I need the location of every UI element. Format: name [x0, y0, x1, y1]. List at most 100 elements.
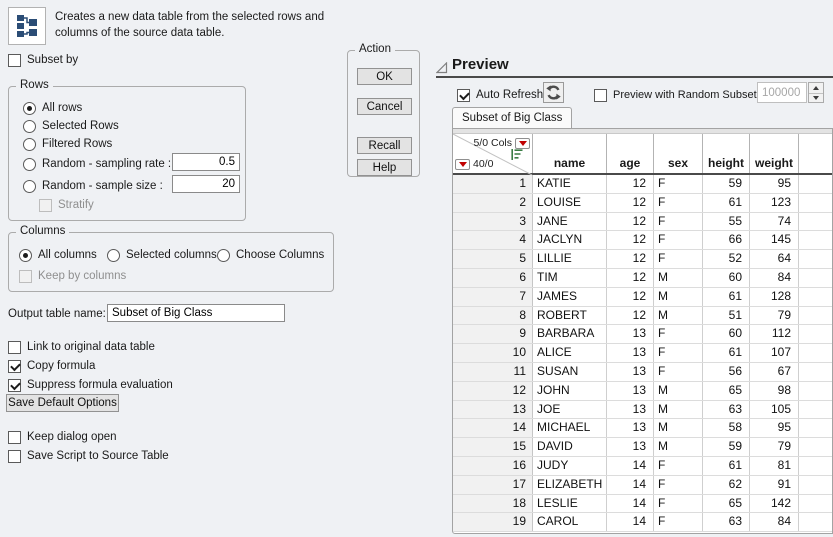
- table-cell[interactable]: 13: [607, 344, 654, 362]
- sample-size-input[interactable]: [172, 175, 240, 193]
- table-cell[interactable]: 61: [703, 344, 750, 362]
- table-cell[interactable]: ELIZABETH: [533, 476, 607, 494]
- table-cell[interactable]: 51: [703, 307, 750, 325]
- table-cell[interactable]: 59: [703, 175, 750, 193]
- table-cell[interactable]: 79: [750, 307, 799, 325]
- table-cell[interactable]: 52: [703, 250, 750, 268]
- table-cell[interactable]: 12: [607, 288, 654, 306]
- table-cell[interactable]: M: [654, 438, 703, 456]
- table-cell[interactable]: 145: [750, 231, 799, 249]
- row-number[interactable]: 7: [453, 288, 533, 306]
- table-cell[interactable]: 98: [750, 382, 799, 400]
- row-number[interactable]: 17: [453, 476, 533, 494]
- tab-subset-of-big-class[interactable]: Subset of Big Class: [452, 107, 572, 128]
- row-number[interactable]: 4: [453, 231, 533, 249]
- column-header-height[interactable]: height: [703, 134, 750, 173]
- table-cell[interactable]: 84: [750, 269, 799, 287]
- checkbox-subset-by[interactable]: Subset by: [8, 53, 78, 67]
- table-cell[interactable]: M: [654, 382, 703, 400]
- checkbox-keep-dialog-open[interactable]: Keep dialog open: [8, 430, 117, 444]
- radio-all-rows[interactable]: All rows: [23, 101, 82, 115]
- column-header-sex[interactable]: sex: [654, 134, 703, 173]
- table-cell[interactable]: 13: [607, 363, 654, 381]
- row-number[interactable]: 14: [453, 419, 533, 437]
- radio-random-sample-size[interactable]: Random - sample size :: [23, 179, 163, 193]
- table-cell[interactable]: 62: [703, 476, 750, 494]
- table-cell[interactable]: 105: [750, 401, 799, 419]
- table-cell[interactable]: 12: [607, 269, 654, 287]
- table-cell[interactable]: F: [654, 495, 703, 513]
- row-number[interactable]: 5: [453, 250, 533, 268]
- table-cell[interactable]: 67: [750, 363, 799, 381]
- table-cell[interactable]: 63: [703, 401, 750, 419]
- output-table-name-input[interactable]: [107, 304, 285, 322]
- table-cell[interactable]: 63: [703, 513, 750, 531]
- table-cell[interactable]: 84: [750, 513, 799, 531]
- table-cell[interactable]: JUDY: [533, 457, 607, 475]
- table-cell[interactable]: 12: [607, 213, 654, 231]
- table-cell[interactable]: 13: [607, 438, 654, 456]
- table-cell[interactable]: DAVID: [533, 438, 607, 456]
- table-cell[interactable]: LOUISE: [533, 194, 607, 212]
- row-number[interactable]: 8: [453, 307, 533, 325]
- ok-button[interactable]: OK: [357, 68, 412, 85]
- table-cell[interactable]: ALICE: [533, 344, 607, 362]
- table-cell[interactable]: 65: [703, 382, 750, 400]
- columns-menu-button[interactable]: [515, 138, 530, 149]
- table-cell[interactable]: 12: [607, 175, 654, 193]
- preview-collapse-icon[interactable]: [436, 62, 448, 74]
- table-cell[interactable]: 13: [607, 382, 654, 400]
- cancel-button[interactable]: Cancel: [357, 98, 412, 115]
- table-cell[interactable]: 65: [703, 495, 750, 513]
- table-cell[interactable]: LILLIE: [533, 250, 607, 268]
- table-cell[interactable]: 13: [607, 419, 654, 437]
- row-number[interactable]: 2: [453, 194, 533, 212]
- row-number[interactable]: 19: [453, 513, 533, 531]
- row-number[interactable]: 10: [453, 344, 533, 362]
- table-cell[interactable]: 13: [607, 325, 654, 343]
- row-number[interactable]: 18: [453, 495, 533, 513]
- table-cell[interactable]: 61: [703, 457, 750, 475]
- table-cell[interactable]: M: [654, 401, 703, 419]
- column-header-age[interactable]: age: [607, 134, 654, 173]
- row-number[interactable]: 1: [453, 175, 533, 193]
- table-cell[interactable]: 66: [703, 231, 750, 249]
- table-cell[interactable]: 142: [750, 495, 799, 513]
- table-cell[interactable]: F: [654, 457, 703, 475]
- table-cell[interactable]: 12: [607, 194, 654, 212]
- table-cell[interactable]: 61: [703, 194, 750, 212]
- table-cell[interactable]: 95: [750, 419, 799, 437]
- rows-menu-button[interactable]: [455, 159, 470, 170]
- table-cell[interactable]: F: [654, 213, 703, 231]
- table-cell[interactable]: TIM: [533, 269, 607, 287]
- row-number[interactable]: 13: [453, 401, 533, 419]
- table-cell[interactable]: M: [654, 307, 703, 325]
- table-cell[interactable]: 91: [750, 476, 799, 494]
- sampling-rate-input[interactable]: [172, 153, 240, 171]
- table-cell[interactable]: 128: [750, 288, 799, 306]
- radio-selected-columns[interactable]: Selected columns: [107, 248, 217, 262]
- table-cell[interactable]: 81: [750, 457, 799, 475]
- row-number[interactable]: 16: [453, 457, 533, 475]
- checkbox-auto-refresh[interactable]: Auto Refresh: [457, 88, 543, 102]
- table-cell[interactable]: F: [654, 231, 703, 249]
- table-cell[interactable]: 13: [607, 401, 654, 419]
- table-cell[interactable]: KATIE: [533, 175, 607, 193]
- table-cell[interactable]: 79: [750, 438, 799, 456]
- table-cell[interactable]: F: [654, 363, 703, 381]
- table-cell[interactable]: 56: [703, 363, 750, 381]
- row-number[interactable]: 6: [453, 269, 533, 287]
- row-number[interactable]: 11: [453, 363, 533, 381]
- table-cell[interactable]: 107: [750, 344, 799, 362]
- table-cell[interactable]: 58: [703, 419, 750, 437]
- table-cell[interactable]: F: [654, 344, 703, 362]
- table-cell[interactable]: 112: [750, 325, 799, 343]
- row-number[interactable]: 9: [453, 325, 533, 343]
- table-cell[interactable]: CAROL: [533, 513, 607, 531]
- checkbox-copy-formula[interactable]: Copy formula: [8, 359, 95, 373]
- table-cell[interactable]: 95: [750, 175, 799, 193]
- table-cell[interactable]: 14: [607, 513, 654, 531]
- table-cell[interactable]: 64: [750, 250, 799, 268]
- table-cell[interactable]: 60: [703, 325, 750, 343]
- table-cell[interactable]: 12: [607, 250, 654, 268]
